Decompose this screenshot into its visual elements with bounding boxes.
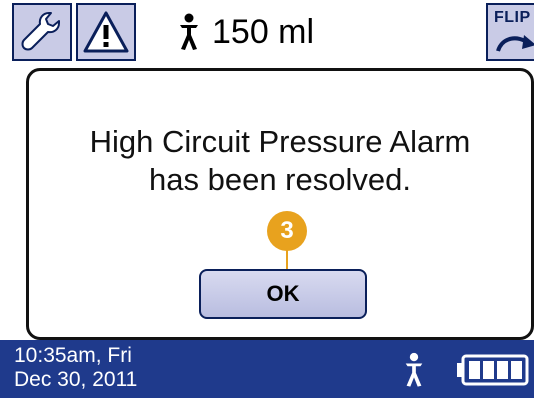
flip-button[interactable]: FLIP <box>486 3 534 61</box>
wrench-icon <box>21 12 60 51</box>
settings-button[interactable] <box>12 3 72 61</box>
alarm-resolved-dialog: High Circuit Pressure Alarm has been res… <box>26 68 534 340</box>
callout-line <box>286 249 288 271</box>
alarm-button[interactable] <box>76 3 136 61</box>
message-line-1: High Circuit Pressure Alarm <box>89 124 471 159</box>
volume-display: 150 ml <box>176 8 314 56</box>
date-time: 10:35am, Fri Dec 30, 2011 <box>14 344 137 392</box>
dialog-message: High Circuit Pressure Alarm has been res… <box>29 123 531 199</box>
time-day: 10:35am, Fri <box>14 344 132 367</box>
patient-figure-icon <box>180 13 198 50</box>
device-screen: 150 ml FLIP High Circuit Pressure Alarm … <box>0 0 534 398</box>
date: Dec 30, 2011 <box>14 368 138 391</box>
ok-button[interactable]: OK <box>199 269 367 319</box>
volume-value: 150 ml <box>212 12 315 51</box>
top-bar: 150 ml FLIP <box>0 0 534 64</box>
message-line-2: has been resolved. <box>149 162 411 197</box>
flip-arrow-icon <box>496 35 534 52</box>
battery-icon <box>457 354 529 386</box>
status-bar: 10:35am, Fri Dec 30, 2011 <box>0 340 534 398</box>
flip-label: FLIP <box>494 9 531 26</box>
warning-triangle-icon <box>83 11 129 53</box>
patient-status-icon <box>405 352 423 387</box>
step-badge: 3 <box>267 211 307 251</box>
